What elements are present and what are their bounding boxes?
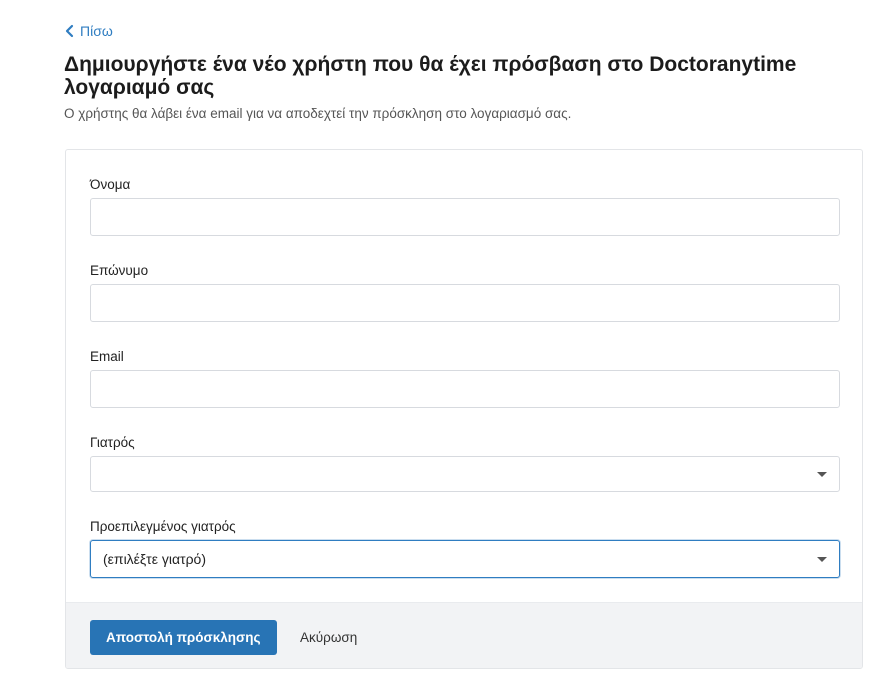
back-link-label: Πίσω xyxy=(80,23,113,39)
default-doctor-select[interactable]: (επιλέξτε γιατρό) xyxy=(90,540,840,578)
send-invitation-button[interactable]: Αποστολή πρόσκλησης xyxy=(90,620,277,655)
caret-down-icon xyxy=(817,557,827,562)
default-doctor-label: Προεπιλεγμένος γιατρός xyxy=(90,519,236,534)
default-doctor-select-value: (επιλέξτε γιατρό) xyxy=(103,551,206,567)
last-name-label: Επώνυμο xyxy=(90,263,149,278)
doctor-label: Γιατρός xyxy=(90,435,135,450)
page-title: Δημιουργήστε ένα νέο χρήστη που θα έχει … xyxy=(64,53,797,99)
first-name-label: Όνομα xyxy=(90,177,131,192)
first-name-field[interactable] xyxy=(90,198,840,236)
chevron-left-icon xyxy=(65,24,74,38)
form-footer: Αποστολή πρόσκλησης Ακύρωση xyxy=(66,602,862,668)
invite-user-form: Όνομα Επώνυμο Email Γιατρός Προεπιλεγμέν… xyxy=(65,149,863,669)
doctor-select[interactable] xyxy=(90,456,840,492)
email-field[interactable] xyxy=(90,370,840,408)
page: Πίσω Δημιουργήστε ένα νέο χρήστη που θα … xyxy=(0,0,894,698)
back-link[interactable]: Πίσω xyxy=(64,23,113,39)
caret-down-icon xyxy=(817,472,827,477)
cancel-button[interactable]: Ακύρωση xyxy=(300,620,357,655)
page-subtitle: Ο χρήστης θα λάβει ένα email για να αποδ… xyxy=(64,106,572,121)
last-name-field[interactable] xyxy=(90,284,840,322)
email-label: Email xyxy=(90,349,124,364)
